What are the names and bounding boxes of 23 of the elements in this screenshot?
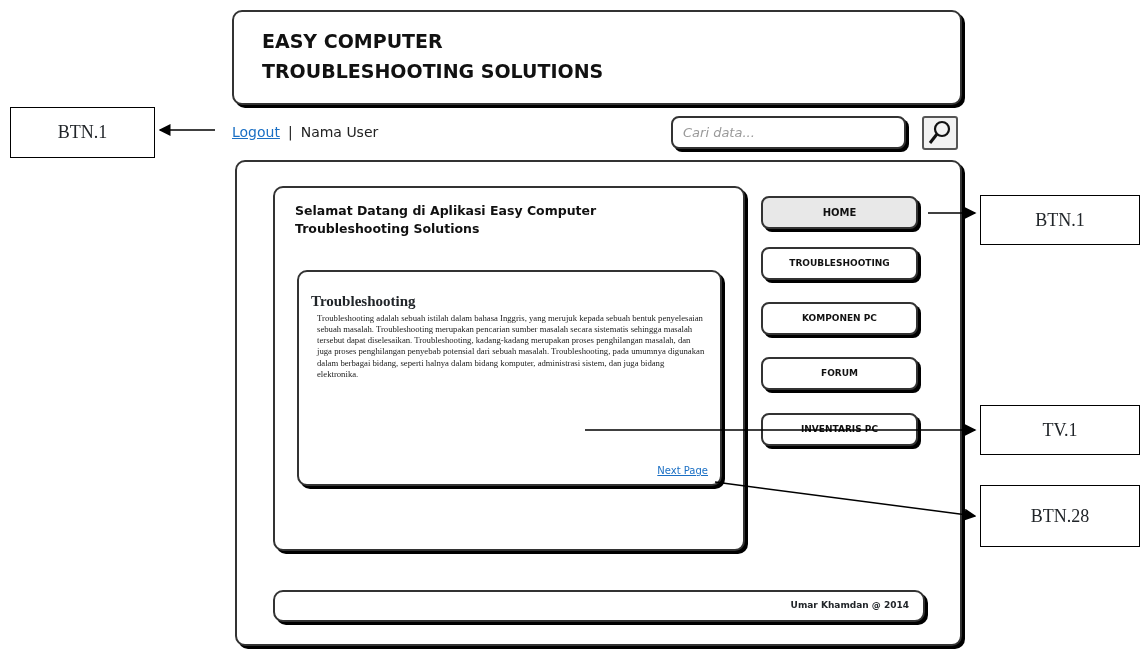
user-name: Nama User	[300, 123, 379, 142]
menu-button[interactable]: KOMPONEN PC	[761, 302, 918, 335]
app-title: TROUBLESHOOTING SOLUTIONS	[262, 59, 605, 84]
app-title: EASY COMPUTER	[262, 29, 444, 54]
annotation-label: BTN.28	[980, 485, 1140, 547]
annotation-label: TV.1	[980, 405, 1140, 455]
footer-text: Umar Khamdan @ 2014	[790, 599, 909, 613]
article-title: Troubleshooting	[311, 292, 417, 311]
separator: |	[287, 123, 293, 143]
search-icon	[928, 119, 952, 146]
menu-button[interactable]: FORUM	[761, 357, 918, 390]
menu-button[interactable]: TROUBLESHOOTING	[761, 247, 918, 280]
search-button[interactable]	[922, 115, 958, 150]
annotation-arrow	[158, 124, 216, 136]
annotation-arrow	[927, 207, 977, 219]
annotation-label: BTN.1	[980, 195, 1140, 245]
logout-link[interactable]: Logout	[232, 122, 280, 143]
annotation-label: BTN.1	[10, 107, 155, 158]
article-text: Troubleshooting adalah sebuah istilah dalam bahasa Inggris, yang merujuk kepada sebuah bentuk penyelesaian sebuah masalah. Troubleshooting merupakan pencarian sumber masalah secara sistematis sehingga masalah tersebut dapat diselesaikan. Troubleshooting, kadang-kadang merupakan proses penghilangan masalah, dan juga proses penghilangan penyebab potensial dari sebuah masalah. Troubleshooting, pada umumnya digunakan dalam berbagai bidang, seperti halnya dalam bidang komputer, administrasi sistem, dan juga bidang elektronika.	[315, 312, 706, 381]
next-page-link[interactable]: Next Page	[657, 463, 708, 478]
welcome-heading: Selamat Datang di Aplikasi Easy Computer Troubleshooting Solutions	[295, 202, 598, 238]
menu-button[interactable]: HOME	[761, 196, 918, 229]
search-field[interactable]: Cari data...	[671, 116, 906, 149]
